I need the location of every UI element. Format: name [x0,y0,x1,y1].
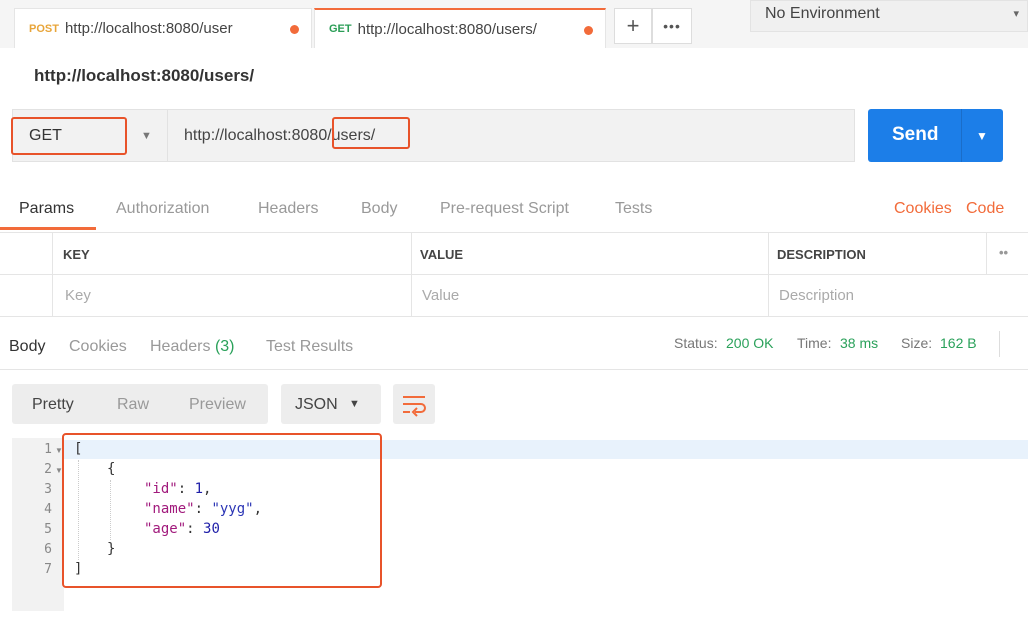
send-button[interactable]: Send ▼ [868,109,1003,162]
row-handle-cell [0,275,53,317]
status-divider [999,331,1000,357]
bulk-edit-icon[interactable]: •• [987,233,1028,275]
line-number: 5 [44,522,52,537]
format-preview-button[interactable]: Preview [189,396,246,414]
response-tabs: Body Cookies Headers (3) Test Results St… [0,325,1028,370]
params-table: KEY VALUE DESCRIPTION •• Key Value Descr… [0,232,1028,317]
request-tab-bar: POST http://localhost:8080/user GET http… [0,0,1028,48]
status-label: Status: [674,335,718,351]
tab-headers[interactable]: Headers [258,200,318,218]
wrap-lines-button[interactable] [393,384,435,424]
unsaved-dot-icon [584,26,593,35]
request-title: http://localhost:8080/users/ [34,66,255,85]
tab-tests[interactable]: Tests [615,200,652,218]
key-input[interactable]: Key [53,275,412,317]
active-tab-underline [0,227,96,230]
method-highlight-box [11,117,127,155]
send-divider [961,109,962,162]
column-header-label: KEY [63,247,90,262]
headers-count-badge: (3) [214,338,235,355]
more-icon: ••• [663,18,681,34]
more-icon: •• [999,245,1009,260]
wrap-lines-icon [403,396,426,417]
size-label: Size: [901,335,933,351]
description-placeholder: Description [779,287,855,304]
url-bar: GET ▼ http://localhost:8080/users/ [12,109,855,162]
column-header-description: DESCRIPTION [769,233,987,275]
line-number: 7 [44,562,52,577]
line-number: 6 [44,542,52,557]
format-pretty-button[interactable]: Pretty [32,396,74,414]
description-input[interactable]: Description [769,275,1028,317]
send-label: Send [892,124,939,145]
response-type-label: JSON [295,396,338,413]
response-highlight-box [62,433,382,588]
format-toggle-group: Pretty Raw Preview [12,384,268,424]
time-label: Time: [797,335,832,351]
key-placeholder: Key [65,287,91,304]
tab-params[interactable]: Params [19,200,74,218]
response-type-select[interactable]: JSON ▼ [281,384,381,424]
size-value[interactable]: 162 B [940,335,977,351]
column-header-key: KEY [53,233,412,275]
tab-body[interactable]: Body [361,200,397,218]
line-number: 2 [44,462,52,477]
column-header-label: VALUE [420,247,464,262]
tab-pre-request-script[interactable]: Pre-request Script [440,200,569,218]
tab-url: http://localhost:8080/user [64,20,233,37]
chevron-down-icon: ▾ [1013,8,1019,20]
tab-method: POST [29,22,59,35]
time-value[interactable]: 38 ms [840,335,878,351]
tab-authorization[interactable]: Authorization [116,200,209,218]
response-tab-body[interactable]: Body [9,338,45,356]
chevron-down-icon: ▼ [349,398,360,410]
tab-method: GET [329,23,352,35]
headers-label: Headers [150,338,211,355]
status-value: 200 OK [726,335,774,351]
code-link[interactable]: Code [966,200,1004,218]
response-tab-test-results[interactable]: Test Results [266,338,353,356]
cookies-link[interactable]: Cookies [894,200,952,218]
tab-get-users[interactable]: GET http://localhost:8080/users/ [314,8,606,48]
more-tabs-button[interactable]: ••• [652,8,692,44]
chevron-down-icon[interactable]: ▼ [976,129,988,143]
format-raw-button[interactable]: Raw [117,396,149,414]
line-number: 4 [44,502,52,517]
tab-post-user[interactable]: POST http://localhost:8080/user [14,8,312,48]
line-number: 1 [44,442,52,457]
plus-icon: + [626,13,640,38]
unsaved-dot-icon [290,25,299,34]
path-highlight-box [332,117,410,149]
column-header-label: DESCRIPTION [777,247,866,262]
add-tab-button[interactable]: + [614,8,652,44]
column-header-value: VALUE [412,233,769,275]
request-tabs: Params Authorization Headers Body Pre-re… [0,190,1028,230]
line-number: 3 [44,482,52,497]
environment-label: No Environment [765,5,880,22]
value-placeholder: Value [422,287,460,304]
tab-url: http://localhost:8080/users/ [357,20,537,38]
response-tab-cookies[interactable]: Cookies [69,338,127,356]
response-tab-headers[interactable]: Headers (3) [150,338,235,356]
environment-select[interactable]: No Environment ▾ [750,0,1028,32]
chevron-down-icon: ▼ [141,130,152,142]
row-handle-cell [0,233,53,275]
value-input[interactable]: Value [412,275,769,317]
